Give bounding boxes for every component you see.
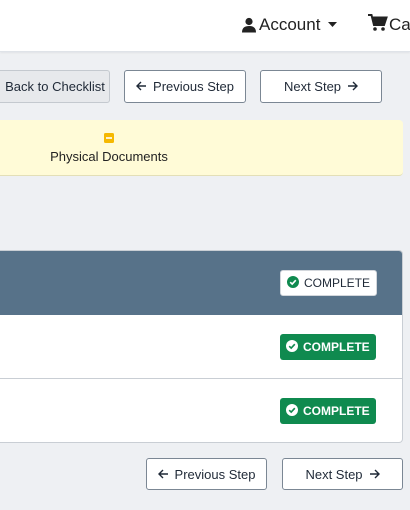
- next-step-label: Next Step: [305, 466, 363, 482]
- account-label: Account: [259, 15, 321, 34]
- arrow-left-icon: [157, 467, 169, 482]
- check-circle-icon: [287, 275, 299, 291]
- arrow-right-icon: [347, 79, 359, 94]
- row-divider: [0, 378, 402, 379]
- cart-icon: [368, 13, 388, 37]
- back-to-checklist-label: Back to Checklist: [5, 79, 105, 94]
- check-circle-icon: [286, 339, 298, 355]
- document-status-icon: [104, 130, 114, 148]
- status-badge: COMPLETE: [280, 398, 376, 424]
- notice-label: Physical Documents: [50, 149, 168, 164]
- chevron-down-icon: [328, 22, 338, 28]
- physical-documents-notice: [0, 120, 403, 176]
- status-badge: COMPLETE: [280, 270, 378, 296]
- arrow-right-icon: [369, 467, 380, 482]
- status-badge: COMPLETE: [280, 334, 376, 360]
- top-navigation-bar: Account Car: [0, 0, 410, 52]
- cart-link[interactable]: Car: [368, 13, 410, 37]
- back-to-checklist-button[interactable]: Back to Checklist: [0, 70, 110, 103]
- previous-step-label: Previous Step: [174, 466, 256, 482]
- next-step-label: Next Step: [283, 79, 342, 94]
- previous-step-button-bottom[interactable]: Previous Step: [146, 458, 267, 490]
- previous-step-button[interactable]: Previous Step: [124, 70, 246, 103]
- cart-label: Car: [389, 15, 410, 34]
- arrow-left-icon: [136, 79, 147, 94]
- user-icon: [241, 17, 257, 33]
- status-badge-label: COMPLETE: [304, 276, 371, 290]
- previous-step-label: Previous Step: [153, 79, 234, 94]
- next-step-button[interactable]: Next Step: [260, 70, 382, 103]
- status-panel: COMPLETE COMPLETE COMPLETE: [0, 250, 403, 443]
- check-circle-icon: [286, 403, 298, 419]
- account-menu[interactable]: Account: [241, 14, 338, 36]
- next-step-button-bottom[interactable]: Next Step: [282, 458, 403, 490]
- status-badge-label: COMPLETE: [303, 340, 370, 354]
- status-badge-label: COMPLETE: [303, 404, 370, 418]
